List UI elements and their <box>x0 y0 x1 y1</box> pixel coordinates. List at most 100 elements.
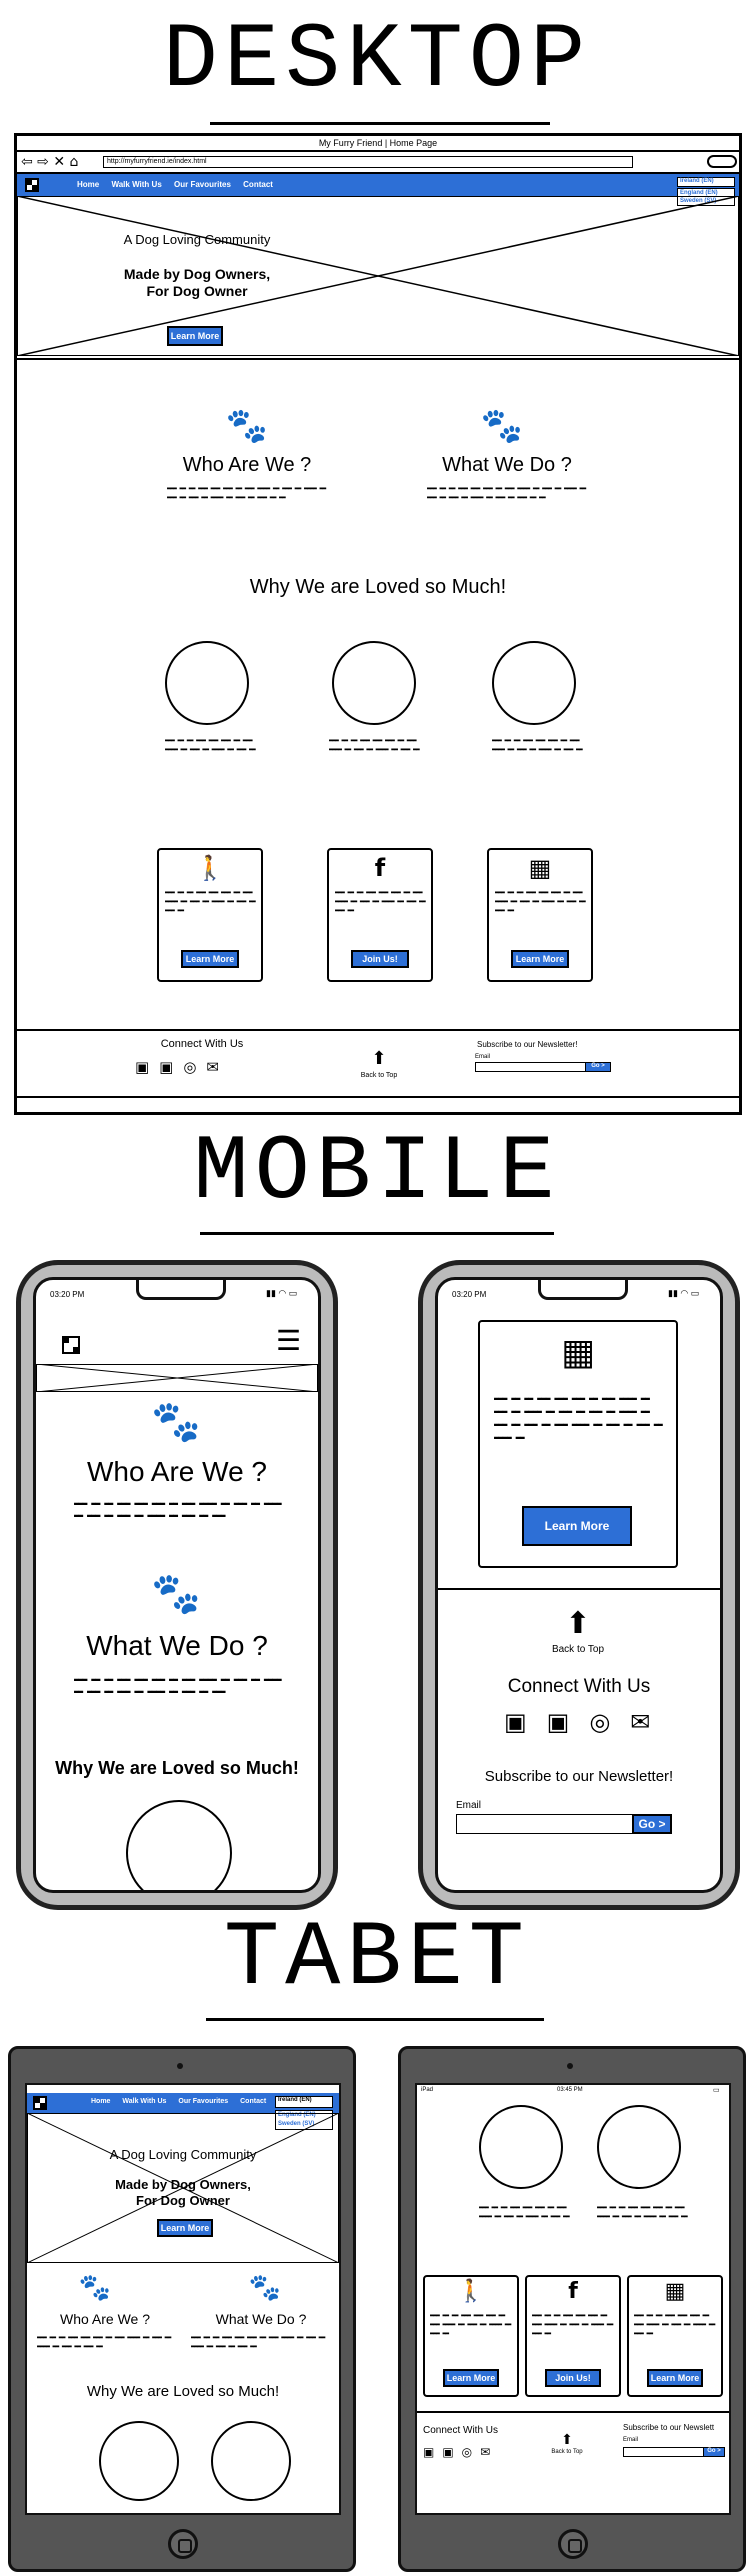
nav-home[interactable]: Home <box>91 2098 110 2105</box>
newsletter-go-button[interactable]: Go > <box>703 2447 725 2457</box>
battery-icon: ▭ <box>713 2087 720 2094</box>
testimonial-image <box>126 1800 232 1890</box>
status-ipad: iPad <box>421 2087 434 2093</box>
nav-contact[interactable]: Contact <box>243 180 273 189</box>
hero-heading: Made by Dog Owners, For Dog Owner <box>123 266 271 299</box>
phone-notch <box>136 1280 226 1300</box>
back-to-top-label[interactable]: Back to Top <box>339 1072 419 1079</box>
testimonial-text: ▬▬▬ ▬▬ ▬▬ ▬▬▬ ▬▬▬ ▬▬▬ ▬▬ ▬▬▬ ▬▬▬▬ ▬▬ ▬▬▬… <box>329 737 420 753</box>
connect-title: Connect With Us <box>423 2425 499 2436</box>
walking-person-icon: 🚶 <box>195 854 225 882</box>
phone-notch <box>538 1280 628 1300</box>
walk-card: 🚶 ▬▬▬ ▬▬ ▬▬ ▬▬▬ ▬▬▬ ▬▬▬ ▬▬ ▬▬▬ ▬▬▬▬ ▬▬ ▬… <box>157 848 263 982</box>
card-learn-more-button[interactable]: Learn More <box>647 2369 703 2387</box>
social-icons[interactable]: ▣▣◎✉ <box>135 1058 229 1076</box>
email-input[interactable] <box>623 2447 705 2457</box>
hero-tagline: A Dog Loving Community <box>123 232 271 247</box>
social-icons[interactable]: ▣▣◎✉ <box>504 1708 670 1736</box>
walking-person-icon: 🚶 <box>457 2279 485 2304</box>
nav-contact[interactable]: Contact <box>240 2098 266 2105</box>
card-join-button[interactable]: Join Us! <box>545 2369 601 2387</box>
testimonial-image <box>165 641 249 725</box>
email-label: Email <box>475 1054 491 1060</box>
testimonial-image <box>332 641 416 725</box>
hamburger-menu-icon[interactable]: ☰ <box>276 1327 301 1355</box>
paw-icon: 🐾 <box>248 2273 282 2303</box>
testimonial-image <box>597 2105 681 2189</box>
tablet-navbar: Home Walk With Us Our Favourites Contact… <box>27 2093 339 2130</box>
email-input[interactable] <box>456 1814 636 1834</box>
address-bar[interactable]: http://myfurryfriend.ie/index.html <box>103 156 633 168</box>
mobile-heading-underline <box>200 1232 554 1235</box>
status-time: 03:20 PM <box>452 1290 487 1299</box>
testimonial-image <box>492 641 576 725</box>
gallery-card: ▦ ▬▬▬ ▬▬ ▬▬ ▬▬▬ ▬▬▬ ▬▬▬ ▬▬ ▬▬▬ ▬▬▬▬ ▬▬ ▬… <box>627 2275 723 2397</box>
mobile-phone-2: 03:20 PM ▮▮ ◠ ▭ ▦ ▬▬▬ ▬▬ ▬▬ ▬▬▬ ▬▬▬ ▬▬▬ … <box>418 1260 740 1910</box>
who-text-placeholder: ▬▬▬ ▬▬ ▬▬ ▬▬▬ ▬▬▬ ▬▬▬ ▬▬ ▬▬▬ ▬▬▬▬ ▬▬ ▬▬▬… <box>167 485 326 501</box>
desktop-heading: DESKTOP <box>162 8 592 113</box>
newsletter-go-button[interactable]: Go > <box>632 1814 672 1834</box>
back-to-top-label[interactable]: Back to Top <box>537 2449 597 2455</box>
what-text-placeholder: ▬▬▬ ▬▬ ▬▬ ▬▬▬ ▬▬▬ ▬▬▬ ▬▬ ▬▬▬ ▬▬▬▬ ▬▬ ▬▬▬… <box>191 2334 325 2350</box>
facebook-icon: f <box>374 854 386 882</box>
back-to-top-icon[interactable]: ⬆ <box>558 1606 598 1641</box>
who-text-placeholder: ▬▬▬ ▬▬ ▬▬ ▬▬▬ ▬▬▬ ▬▬▬ ▬▬ ▬▬▬ ▬▬▬▬ ▬▬ ▬▬▬… <box>74 1499 282 1520</box>
facebook-card: f ▬▬▬ ▬▬ ▬▬ ▬▬▬ ▬▬▬ ▬▬▬ ▬▬ ▬▬▬ ▬▬▬▬ ▬▬ ▬… <box>525 2275 621 2397</box>
what-text-placeholder: ▬▬▬ ▬▬ ▬▬ ▬▬▬ ▬▬▬ ▬▬▬ ▬▬ ▬▬▬ ▬▬▬▬ ▬▬ ▬▬▬… <box>74 1675 282 1696</box>
social-icons[interactable]: ▣▣◎✉ <box>423 2445 498 2459</box>
nav-favourites[interactable]: Our Favourites <box>174 180 231 189</box>
browser-title-bar: My Furry Friend | Home Page <box>17 136 739 152</box>
desktop-browser-window: My Furry Friend | Home Page ⇦ ⇨ ✕ ⌂ http… <box>14 133 742 1115</box>
email-label: Email <box>623 2437 639 2443</box>
browser-nav-icons[interactable]: ⇦ ⇨ ✕ ⌂ <box>21 154 78 170</box>
paw-icon: 🐾 <box>225 406 269 446</box>
desktop-navbar: Home Walk With Us Our Favourites Contact… <box>17 174 739 206</box>
nav-favourites[interactable]: Our Favourites <box>178 2098 228 2105</box>
browser-search-icon[interactable] <box>707 155 737 168</box>
grid-icon: ▦ <box>664 2279 686 2304</box>
camera-icon <box>567 2063 573 2069</box>
back-to-top-icon[interactable]: ⬆ <box>359 1048 399 1069</box>
testimonial-text: ▬▬▬ ▬▬ ▬▬ ▬▬▬ ▬▬▬ ▬▬▬ ▬▬ ▬▬▬ ▬▬▬▬ ▬▬ ▬▬▬… <box>492 737 583 753</box>
status-time: 03:45 PM <box>557 2087 583 2093</box>
mobile-phone-1: 03:20 PM ▮▮ ◠ ▭ ☰ 🐾 Who Are We ? ▬▬▬ ▬▬ … <box>16 1260 338 1910</box>
card-join-button[interactable]: Join Us! <box>351 950 409 968</box>
nav-walk[interactable]: Walk With Us <box>122 2098 166 2105</box>
paw-icon: 🐾 <box>78 2273 112 2303</box>
language-select[interactable]: Ireland (EN) <box>275 2096 333 2108</box>
hero-learn-more-button[interactable]: Learn More <box>167 326 223 346</box>
home-button-icon[interactable] <box>558 2529 588 2559</box>
mobile-newsletter-title: Subscribe to our Newsletter! <box>484 1768 674 1785</box>
logo-icon[interactable] <box>33 2096 47 2110</box>
card-learn-more-button[interactable]: Learn More <box>522 1506 632 1546</box>
mobile-heading: MOBILE <box>193 1120 561 1225</box>
language-select[interactable]: Ireland (EN) <box>677 177 735 187</box>
hero-learn-more-button[interactable]: Learn More <box>157 2219 213 2237</box>
back-to-top-icon[interactable]: ⬆ <box>547 2431 587 2448</box>
newsletter-title: Subscribe to our Newsletter! <box>477 1040 578 1049</box>
testimonial-image <box>479 2105 563 2189</box>
testimonial-image <box>211 2421 291 2501</box>
nav-walk[interactable]: Walk With Us <box>111 180 161 189</box>
facebook-icon: f <box>568 2279 578 2304</box>
connect-title: Connect With Us <box>160 1038 244 1050</box>
logo-icon[interactable] <box>25 178 39 192</box>
paw-icon: 🐾 <box>151 1571 201 1617</box>
mobile-loved-title: Why We are Loved so Much! <box>55 1758 299 1778</box>
facebook-card: f ▬▬▬ ▬▬ ▬▬ ▬▬▬ ▬▬▬ ▬▬▬ ▬▬ ▬▬▬ ▬▬▬▬ ▬▬ ▬… <box>327 848 433 982</box>
newsletter-go-button[interactable]: Go > <box>585 1062 611 1072</box>
newsletter-title: Subscribe to our Newslett <box>623 2423 715 2432</box>
back-to-top-label[interactable]: Back to Top <box>528 1644 628 1655</box>
nav-home[interactable]: Home <box>77 180 99 189</box>
home-button-icon[interactable] <box>168 2529 198 2559</box>
card-learn-more-button[interactable]: Learn More <box>443 2369 499 2387</box>
gallery-card: ▦ ▬▬▬ ▬▬ ▬▬ ▬▬▬ ▬▬▬ ▬▬▬ ▬▬ ▬▬▬ ▬▬▬▬ ▬▬ ▬… <box>487 848 593 982</box>
email-input[interactable] <box>475 1062 589 1072</box>
card-learn-more-button[interactable]: Learn More <box>511 950 569 968</box>
grid-icon: ▦ <box>528 854 552 882</box>
testimonial-text: ▬▬▬ ▬▬ ▬▬ ▬▬▬ ▬▬▬ ▬▬▬ ▬▬ ▬▬▬ ▬▬▬▬ ▬▬ ▬▬▬… <box>165 737 256 753</box>
card-learn-more-button[interactable]: Learn More <box>181 950 239 968</box>
testimonial-text: ▬▬▬ ▬▬ ▬▬ ▬▬▬ ▬▬▬ ▬▬▬ ▬▬ ▬▬▬ ▬▬▬▬ ▬▬ ▬▬▬… <box>479 2204 570 2220</box>
logo-icon[interactable] <box>62 1336 80 1354</box>
hero-heading: Made by Dog Owners, For Dog Owner <box>115 2177 251 2208</box>
